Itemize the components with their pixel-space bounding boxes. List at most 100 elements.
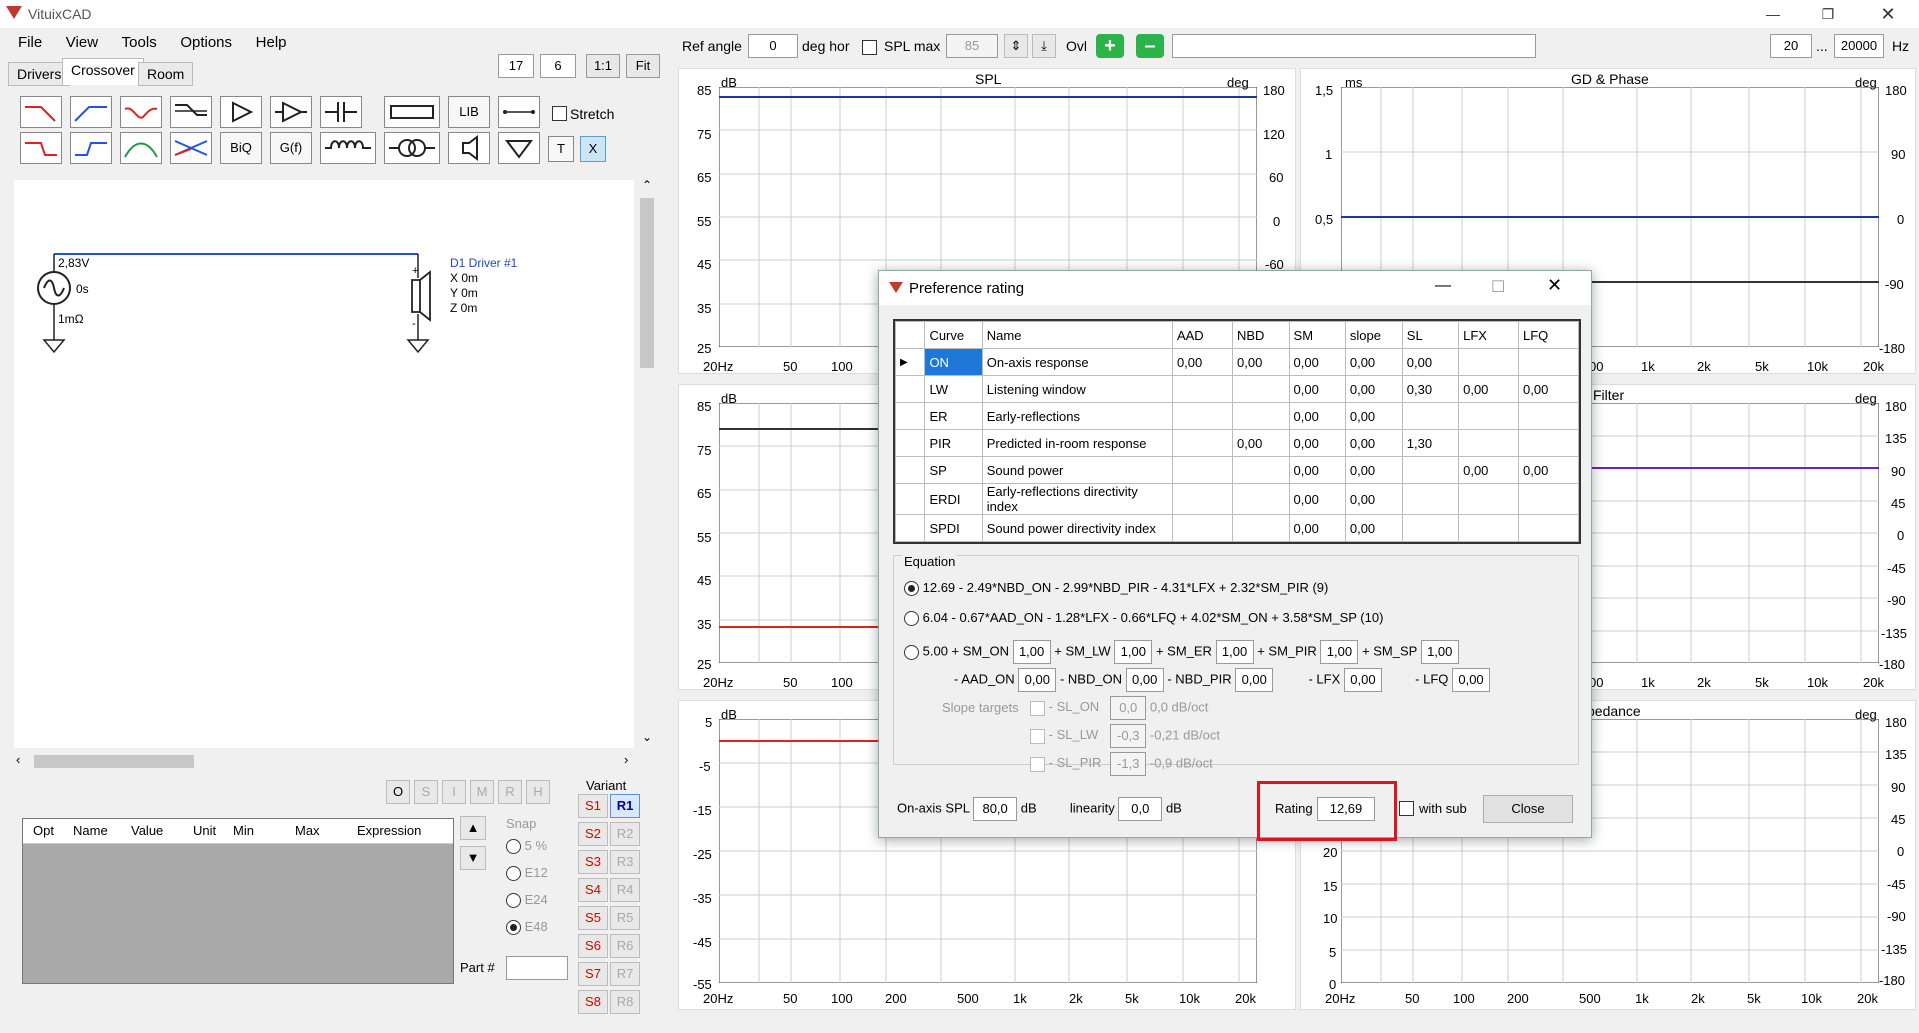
biquad-button[interactable]: BiQ	[220, 132, 262, 164]
sl-on-input[interactable]: 0,0	[1110, 696, 1147, 720]
menu-file[interactable]: File	[8, 30, 52, 55]
transfer-function-button[interactable]: G(f)	[270, 132, 312, 164]
opt-m-button[interactable]: M	[470, 780, 494, 804]
variant-s3[interactable]: S3	[578, 850, 608, 874]
spl-max-checkbox[interactable]	[862, 40, 877, 55]
opt-o-button[interactable]: O	[386, 780, 410, 804]
sl-lw-input[interactable]: -0,3	[1110, 724, 1147, 748]
menu-tools[interactable]: Tools	[112, 30, 167, 55]
rating-table[interactable]: Curve Name AAD NBD SM slope SL LFX LFQ ▶…	[893, 319, 1581, 544]
move-up-button[interactable]: ▲	[460, 816, 486, 840]
transformer-button[interactable]	[384, 132, 440, 164]
eq3-nbd-pir[interactable]: 0,00	[1235, 668, 1274, 692]
tab-crossover[interactable]: Crossover	[62, 58, 144, 85]
hscroll-thumb[interactable]	[34, 755, 194, 768]
snap-e12[interactable]: E12	[506, 865, 548, 882]
variant-s7[interactable]: S7	[578, 962, 608, 986]
highpass-2-button[interactable]	[70, 132, 112, 164]
ground-button[interactable]	[498, 132, 540, 164]
tab-room[interactable]: Room	[138, 62, 194, 86]
restore-button[interactable]: ❐	[1805, 0, 1851, 28]
overlay-input[interactable]	[1172, 34, 1536, 58]
spin-updown-icon[interactable]: ⇕	[1004, 34, 1028, 58]
freq-max-input[interactable]: 20000	[1834, 34, 1884, 58]
shelf-button[interactable]	[170, 96, 212, 128]
notch-button[interactable]	[120, 96, 162, 128]
sl-pir-input[interactable]: -1,3	[1110, 752, 1147, 776]
stretch-checkbox[interactable]	[552, 106, 567, 121]
resistor-button[interactable]	[384, 96, 440, 128]
opt-i-button[interactable]: I	[442, 780, 466, 804]
row-curve[interactable]: SPDI	[924, 514, 983, 542]
scroll-right-icon[interactable]: ›	[624, 752, 628, 767]
wire-button[interactable]	[498, 96, 540, 128]
sl-lw-checkbox[interactable]	[1030, 728, 1045, 744]
row-curve[interactable]: ER	[924, 402, 983, 430]
driver-button[interactable]	[448, 132, 490, 164]
sl-on-checkbox[interactable]	[1030, 700, 1045, 716]
highpass-1-button[interactable]	[70, 96, 112, 128]
buffer-button[interactable]	[270, 96, 312, 128]
menu-options[interactable]: Options	[170, 30, 242, 55]
variant-s6[interactable]: S6	[578, 934, 608, 958]
opt-s-button[interactable]: S	[414, 780, 438, 804]
table-row[interactable]: SP Sound power 0,00 0,00 0,00 0,00	[894, 456, 1579, 484]
lowpass-2-button[interactable]	[20, 132, 62, 164]
remove-overlay-button[interactable]: –	[1136, 34, 1164, 58]
parameters-table[interactable]: Opt Name Value Unit Min Max Expression	[22, 818, 454, 984]
close-button[interactable]: Close	[1483, 795, 1573, 823]
dialog-minimize-button[interactable]: —	[1435, 277, 1451, 295]
text-button[interactable]: T	[548, 136, 574, 162]
dialog-maximize-button[interactable]: ☐	[1491, 277, 1505, 297]
delete-button[interactable]: X	[580, 136, 606, 162]
amplifier-button[interactable]	[220, 96, 262, 128]
row-curve[interactable]: PIR	[924, 429, 983, 457]
variant-s5[interactable]: S5	[578, 906, 608, 930]
variant-r2[interactable]: R2	[610, 822, 640, 846]
freq-min-input[interactable]: 20	[1770, 34, 1812, 58]
eq3-nbd-on[interactable]: 0,00	[1125, 668, 1164, 692]
schematic-canvas[interactable]: + - 2,83V 0s 1mΩ D1 Driver #1 X 0m Y 0m …	[14, 180, 634, 748]
driver-name[interactable]: D1 Driver #1	[450, 256, 517, 270]
spl-max-input[interactable]: 85	[946, 34, 998, 58]
eq3-lfx[interactable]: 0,00	[1343, 668, 1382, 692]
close-window-button[interactable]: ✕	[1865, 0, 1911, 28]
variant-r6[interactable]: R6	[610, 934, 640, 958]
table-row[interactable]: LW Listening window 0,00 0,00 0,30 0,00 …	[894, 375, 1579, 403]
equation-2-radio[interactable]	[904, 611, 919, 627]
equation-3-radio[interactable]	[904, 644, 919, 660]
bandpass-button[interactable]	[120, 132, 162, 164]
variant-r8[interactable]: R8	[610, 990, 640, 1014]
zoom-a-field[interactable]: 17	[498, 54, 534, 78]
equation-option-3[interactable]: 5.00 + SM_ON 1,00 + SM_LW 1,00 + SM_ER 1…	[904, 640, 1459, 664]
with-sub-checkbox[interactable]	[1399, 801, 1414, 816]
eq3-aad-on[interactable]: 0,00	[1018, 668, 1057, 692]
tab-drivers[interactable]: Drivers	[8, 62, 71, 86]
variant-s8[interactable]: S8	[578, 990, 608, 1014]
lowpass-1-button[interactable]	[20, 96, 62, 128]
snap-e24[interactable]: E24	[506, 892, 548, 909]
scroll-up-icon[interactable]: ⌃	[642, 178, 652, 192]
table-row[interactable]: PIR Predicted in-room response 0,00 0,00…	[894, 429, 1579, 457]
eq3-sm-pir[interactable]: 1,00	[1320, 640, 1359, 664]
scroll-down-icon[interactable]: ⌄	[642, 730, 652, 744]
opt-h-button[interactable]: H	[526, 780, 550, 804]
inductor-button[interactable]	[320, 132, 376, 164]
vscroll-thumb[interactable]	[640, 198, 654, 368]
allpass-button[interactable]	[170, 132, 212, 164]
add-overlay-button[interactable]: +	[1096, 34, 1124, 58]
row-curve[interactable]: ERDI	[924, 483, 983, 515]
spin-collapse-icon[interactable]: ⤓	[1032, 34, 1056, 58]
minimize-button[interactable]: —	[1750, 0, 1796, 28]
table-row[interactable]: ERDI Early-reflections directivity index…	[894, 483, 1579, 515]
equation-1-radio[interactable]	[904, 581, 919, 597]
variant-s4[interactable]: S4	[578, 878, 608, 902]
variant-r7[interactable]: R7	[610, 962, 640, 986]
table-row[interactable]: ER Early-reflections 0,00 0,00	[894, 402, 1579, 430]
variant-r4[interactable]: R4	[610, 878, 640, 902]
zoom-b-field[interactable]: 6	[540, 54, 576, 78]
table-row[interactable]: SPDI Sound power directivity index 0,00 …	[894, 514, 1579, 542]
menu-view[interactable]: View	[56, 30, 108, 55]
library-button[interactable]: LIB	[448, 96, 490, 128]
eq3-sm-sp[interactable]: 1,00	[1420, 640, 1459, 664]
